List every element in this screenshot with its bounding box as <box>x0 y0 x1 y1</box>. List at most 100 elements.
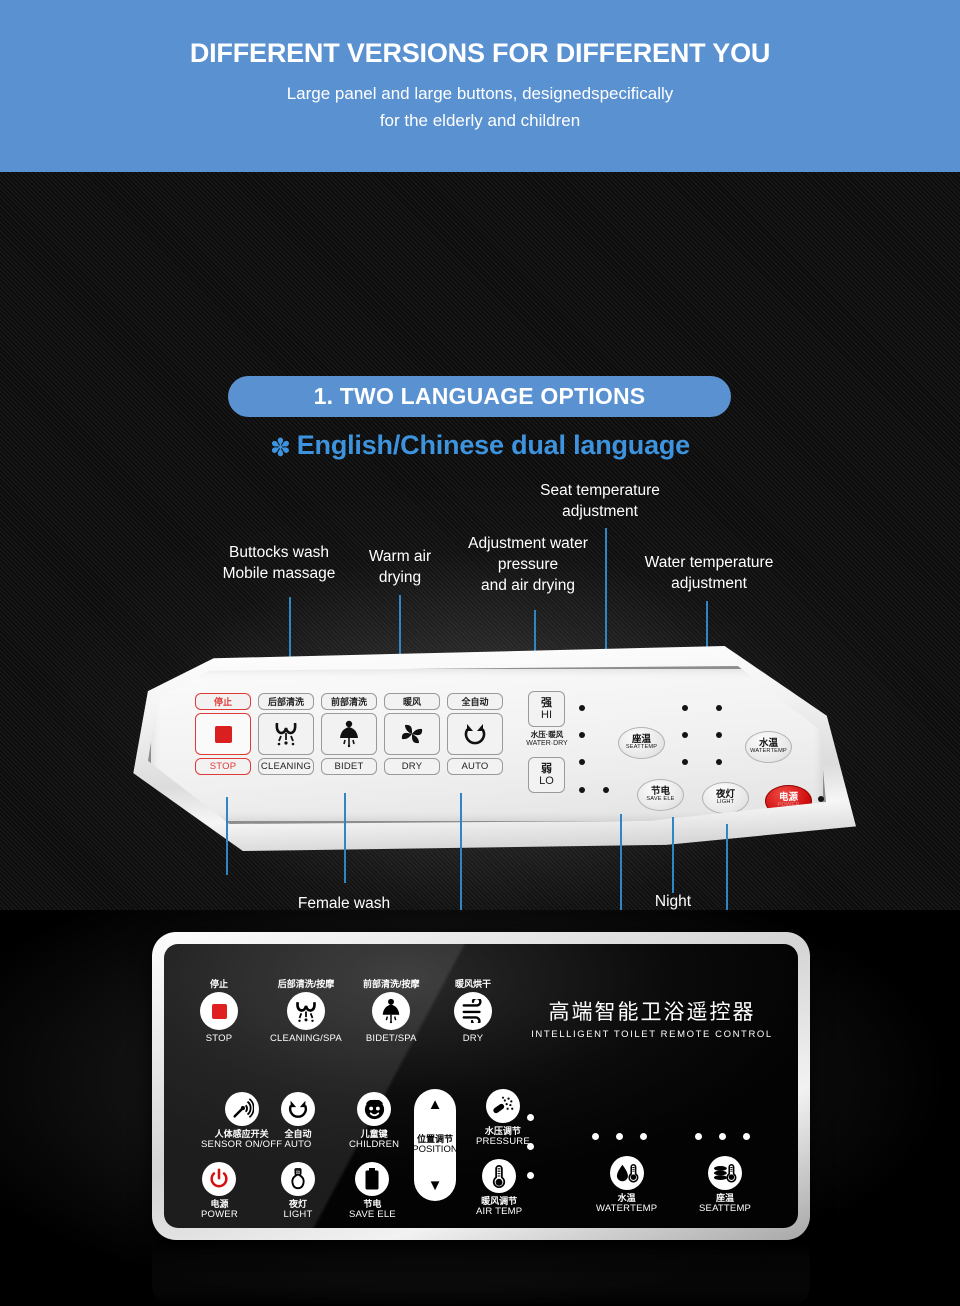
remote-air-temp-cn: 暖风调节 <box>481 1196 518 1206</box>
level-dot <box>527 1172 534 1179</box>
remote-water-temp-button[interactable]: 水温 WATERTEMP <box>596 1156 657 1214</box>
panel-cleaning-en[interactable]: CLEANING <box>258 758 314 775</box>
level-dot <box>527 1143 534 1150</box>
panel-lo-button[interactable]: 弱 LO <box>528 757 565 793</box>
panel-save-ele-button[interactable]: 节电 SAVE ELE <box>637 779 684 811</box>
remote-brand-cn: 高端智能卫浴遥控器 <box>548 1001 756 1024</box>
remote-seat-temp-cn: 座温 <box>716 1193 735 1203</box>
header-banner: DIFFERENT VERSIONS FOR DIFFERENT YOU Lar… <box>0 0 960 172</box>
remote-sensor-icon-circle <box>224 1092 259 1126</box>
remote-cleaning-icon-circle <box>286 992 325 1030</box>
level-dot <box>616 1133 623 1140</box>
panel-water-dry-label: 水压·暖风 WATER·DRY <box>520 730 574 748</box>
leader-line-save-electricity <box>620 814 622 910</box>
panel-save-ele-en: SAVE ELE <box>646 796 675 803</box>
panel-hi-button[interactable]: 强 HI <box>528 691 565 727</box>
remote-power-cn: 电源 <box>210 1199 229 1209</box>
panel-seat-temp-button[interactable]: 座温 SEATTEMP <box>618 727 665 759</box>
remote-brand-en: INTELLIGENT TOILET REMOTE CONTROL <box>531 1029 773 1041</box>
panel-lo-en: LO <box>539 775 554 787</box>
level-dot <box>743 1133 750 1140</box>
red-square-icon <box>214 725 232 743</box>
seat-control-panel: 停止 STOP 后部清洗 CLEANING 前部清洗 BIDET 暖风 DRY … <box>126 646 856 851</box>
panel-bidet-en[interactable]: BIDET <box>321 758 377 775</box>
remote-seat-temp-button[interactable]: 座温 SEATTEMP <box>699 1156 751 1214</box>
leader-line-female-wash <box>344 793 346 883</box>
remote-face: 停止 STOP 后部清洗/按摩 CLEANING/SPA 前部清洗/按摩 BID… <box>164 944 798 1228</box>
leader-line-stop <box>226 797 228 875</box>
child-face-icon <box>364 1099 384 1119</box>
remote-sensor-button[interactable]: 人体感应开关 SENSOR ON/OFF <box>201 1092 282 1150</box>
remote-cleaning-spa-button[interactable]: 后部清洗/按摩 CLEANING/SPA <box>270 980 342 1044</box>
remote-auto-cn: 全自动 <box>284 1129 312 1139</box>
panel-auto-button[interactable] <box>447 713 503 755</box>
panel-auto-cn[interactable]: 全自动 <box>447 693 503 710</box>
indicator-dot <box>818 796 824 802</box>
remote-frame: 停止 STOP 后部清洗/按摩 CLEANING/SPA 前部清洗/按摩 BID… <box>152 932 810 1240</box>
remote-light-button[interactable]: 夜灯 LIGHT <box>281 1162 315 1220</box>
auto-loop-icon <box>464 724 486 745</box>
water-thermometer-icon <box>616 1163 638 1183</box>
panel-seat-temp-en: SEATTEMP <box>625 744 658 751</box>
remote-children-icon-circle <box>357 1092 392 1126</box>
remote-save-ele-button[interactable]: 节电 SAVE ELE <box>349 1162 396 1220</box>
remote-water-temp-cn: 水温 <box>617 1193 636 1203</box>
remote-power-button[interactable]: 电源 POWER <box>201 1162 238 1220</box>
remote-children-en: CHILDREN <box>349 1139 400 1150</box>
panel-bidet-button[interactable] <box>321 713 377 755</box>
chevron-up-icon[interactable]: ▲ <box>428 1097 443 1112</box>
remote-bidet-spa-en: BIDET/SPA <box>365 1033 417 1044</box>
panel-dry-en[interactable]: DRY <box>384 758 440 775</box>
panel-night-light-button[interactable]: 夜灯 LIGHT <box>702 782 749 814</box>
panel-dry-cn[interactable]: 暖风 <box>384 693 440 710</box>
front-wash-icon <box>340 720 358 748</box>
remote-stop-button[interactable]: 停止 STOP <box>200 980 238 1044</box>
callout-night-light: Night light <box>654 893 692 910</box>
remote-stop-icon-circle <box>200 992 238 1030</box>
panel-stop-button[interactable] <box>195 713 251 755</box>
panel-face: 停止 STOP 后部清洗 CLEANING 前部清洗 BIDET 暖风 DRY … <box>148 666 826 824</box>
remote-seat-temp-en: SEATTEMP <box>699 1203 752 1214</box>
remote-stop-en: STOP <box>205 1033 233 1044</box>
remote-sensor-en: SENSOR ON/OFF <box>201 1139 283 1150</box>
remote-auto-button[interactable]: 全自动 AUTO <box>281 1092 315 1150</box>
indicator-dot <box>716 759 722 765</box>
remote-children-button[interactable]: 儿童键 CHILDREN <box>349 1092 399 1150</box>
panel-water-dry-en: WATER·DRY <box>526 739 568 747</box>
leader-line-power <box>726 824 728 910</box>
indicator-dot <box>579 787 585 793</box>
level-dot <box>527 1114 534 1121</box>
remote-position-label: 位置调节 POSITION <box>412 1134 457 1155</box>
remote-position-button[interactable]: ▲ 位置调节 POSITION ▼ <box>412 1089 458 1201</box>
panel-water-temp-en: WATERTEMP <box>750 748 787 755</box>
callout-adjustment-water-pressure: Adjustment water pressure and air drying <box>468 535 588 594</box>
panel-cleaning-button[interactable] <box>258 713 314 755</box>
remote-reflection <box>152 1240 810 1306</box>
page-title: DIFFERENT VERSIONS FOR DIFFERENT YOU <box>189 38 771 69</box>
panel-water-dry-cn: 水压·暖风 <box>530 730 564 739</box>
panel-water-temp-button[interactable]: 水温 WATERTEMP <box>745 731 792 763</box>
front-wash-icon <box>382 998 400 1024</box>
panel-stop-cn[interactable]: 停止 <box>195 693 251 710</box>
chevron-down-icon[interactable]: ▼ <box>428 1178 443 1193</box>
remote-air-temp-button[interactable]: 暖风调节 AIR TEMP <box>476 1159 522 1217</box>
panel-auto-en[interactable]: AUTO <box>447 758 503 775</box>
remote-save-ele-cn: 节电 <box>363 1199 382 1209</box>
panel-bidet-cn[interactable]: 前部清洗 <box>321 693 377 710</box>
remote-bidet-spa-button[interactable]: 前部清洗/按摩 BIDET/SPA <box>363 980 420 1044</box>
asterisk-icon: ✽ <box>269 434 291 462</box>
section-subheading: ✽ English/Chinese dual language <box>0 430 960 463</box>
remote-dry-icon-circle <box>454 992 492 1030</box>
panel-lo-cn: 弱 <box>541 762 552 775</box>
remote-position-en: POSITION <box>412 1143 458 1155</box>
header-subtitle-line1: Large panel and large buttons, designeds… <box>286 84 674 104</box>
remote-cleaning-spa-cn: 后部清洗/按摩 <box>277 979 335 989</box>
remote-dry-button[interactable]: 暖风烘干 DRY <box>454 980 492 1044</box>
panel-cleaning-cn[interactable]: 后部清洗 <box>258 693 314 710</box>
air-flow-icon <box>462 999 482 1023</box>
remote-air-temp-en: AIR TEMP <box>476 1206 523 1217</box>
auto-loop-icon <box>288 1100 308 1118</box>
remote-pressure-button[interactable]: 水压调节 PRESSURE <box>476 1089 530 1147</box>
panel-dry-button[interactable] <box>384 713 440 755</box>
panel-stop-en[interactable]: STOP <box>195 758 251 775</box>
